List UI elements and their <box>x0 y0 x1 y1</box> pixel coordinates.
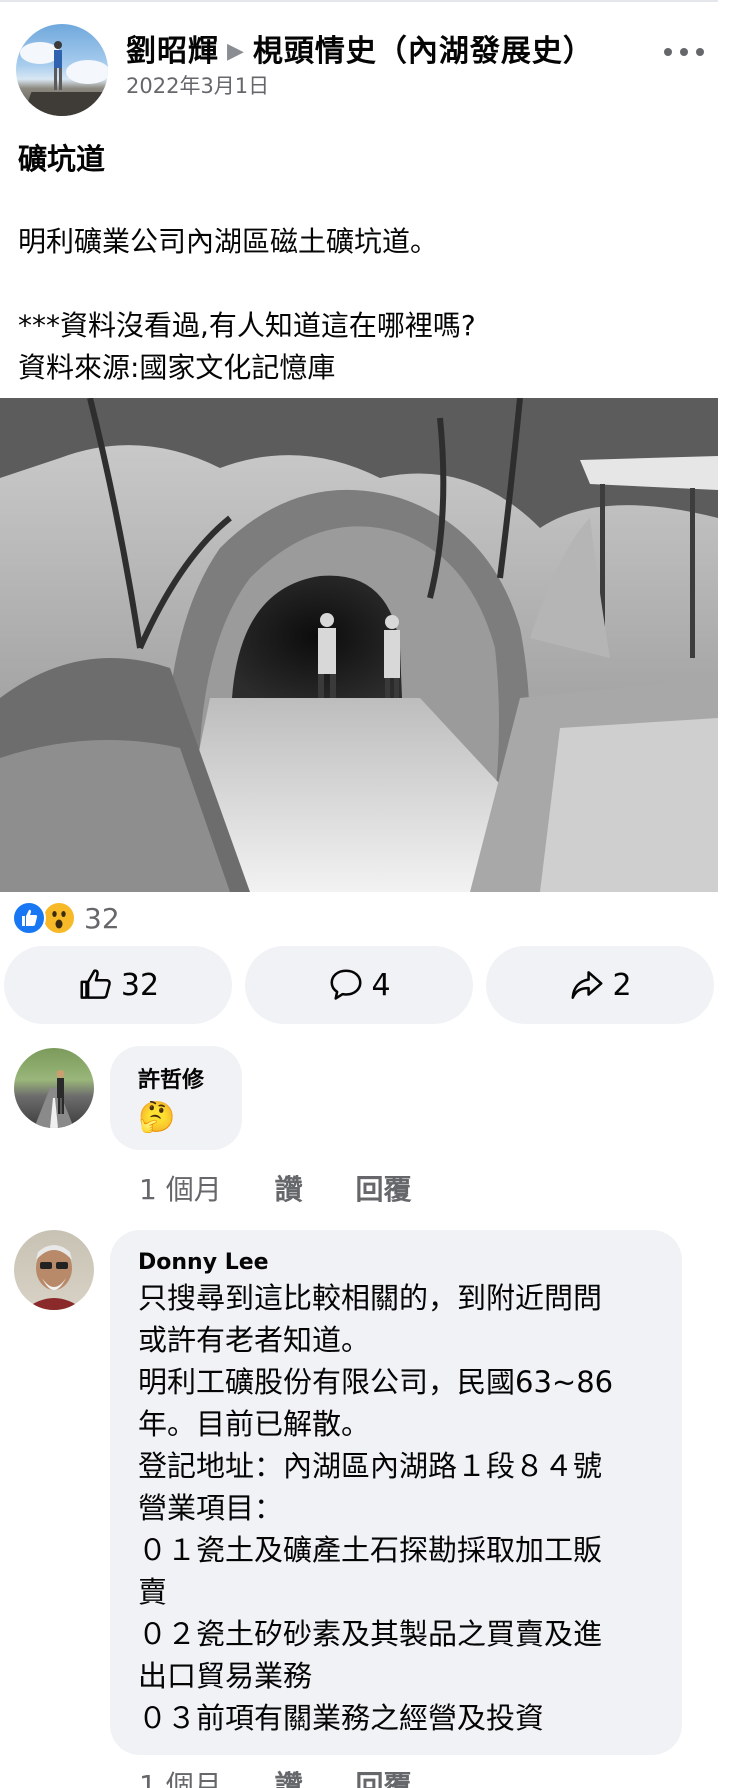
author-avatar[interactable] <box>16 24 108 116</box>
like-button[interactable]: 32 <box>4 946 232 1024</box>
comment-author[interactable]: Donny Lee <box>138 1250 682 1275</box>
comment-line: 只搜尋到這比較相關的，到附近問問 <box>138 1281 603 1315</box>
post-title: 劉昭輝 ▶ 梘頭情史（內湖發展史） <box>126 26 594 70</box>
reaction-count: 32 <box>84 901 120 935</box>
comment-line: ０３前項有關業務之經營及投資 <box>138 1701 545 1735</box>
post-line-1: 明利礦業公司內湖區磁土礦坑道。 <box>18 225 439 258</box>
share-count: 2 <box>612 967 632 1003</box>
share-button[interactable]: 2 <box>486 946 714 1024</box>
more-dots-icon[interactable] <box>664 38 704 66</box>
comment-meta: 1 個月 讚 回覆 <box>139 1764 456 1788</box>
comment-line: 賣 <box>138 1575 168 1609</box>
post-actions: 32 4 2 <box>4 946 714 1024</box>
like-count: 32 <box>120 967 160 1003</box>
post-photo[interactable] <box>0 398 718 892</box>
comment-like-button[interactable]: 讚 <box>275 1764 303 1788</box>
comment-line: 或許有老者知道。 <box>138 1323 371 1357</box>
mine-tunnel-image <box>0 398 718 892</box>
comment-text: 🤔 <box>138 1100 176 1135</box>
reactions-summary[interactable]: 32 <box>12 898 120 938</box>
comment-reply-button[interactable]: 回覆 <box>356 1168 412 1208</box>
arrow-right-icon: ▶ <box>227 39 245 64</box>
comment-text: 只搜尋到這比較相關的，到附近問問 或許有老者知道。 明利工礦股份有限公司，民國6… <box>138 1277 682 1739</box>
comment-reply-button[interactable]: 回覆 <box>356 1764 412 1788</box>
group-name[interactable]: 梘頭情史（內湖發展史） <box>253 34 594 69</box>
hiker-figure <box>54 41 62 90</box>
post-heading: 礦坑道 <box>18 142 106 176</box>
commenter-avatar[interactable] <box>14 1048 94 1128</box>
comment-line: 出口貿易業務 <box>138 1659 313 1693</box>
comment-bubble: Donny Lee 只搜尋到這比較相關的，到附近問問 或許有老者知道。 明利工礦… <box>110 1230 682 1755</box>
commenter-avatar[interactable] <box>14 1230 94 1310</box>
comment-line: ０１瓷土及礦產土石探勘採取加工販 <box>138 1533 603 1567</box>
post-header: 劉昭輝 ▶ 梘頭情史（內湖發展史） 2022年3月1日 <box>0 0 738 120</box>
comment-like-button[interactable]: 讚 <box>275 1168 303 1208</box>
thumbs-up-icon <box>80 969 111 999</box>
comment-line: ０２瓷土矽砂素及其製品之買賣及進 <box>138 1617 603 1651</box>
wow-reaction-icon <box>42 901 76 935</box>
comment-button[interactable]: 4 <box>245 946 473 1024</box>
like-reaction-icon <box>12 901 46 935</box>
comment-count: 4 <box>371 967 391 1003</box>
post-line-3: 資料來源:國家文化記憶庫 <box>18 351 336 384</box>
author-name[interactable]: 劉昭輝 <box>126 34 219 69</box>
comment-line: 營業項目： <box>138 1491 284 1525</box>
comment-author[interactable]: 許哲修 <box>138 1062 242 1094</box>
comment-line: 年。目前已解散。 <box>138 1407 371 1441</box>
comment-meta: 1 個月 讚 回覆 <box>139 1168 456 1208</box>
comment-line: 登記地址：內湖區內湖路１段８４號 <box>138 1449 603 1483</box>
share-arrow-icon <box>571 971 603 999</box>
comment-time: 1 個月 <box>139 1769 222 1788</box>
comment-time: 1 個月 <box>139 1173 222 1206</box>
comment-line: 明利工礦股份有限公司，民國63~86 <box>138 1365 614 1399</box>
speech-bubble-icon <box>330 969 362 1000</box>
post-date[interactable]: 2022年3月1日 <box>126 70 269 100</box>
post-line-2: ***資料沒看過,有人知道這在哪裡嗎? <box>18 309 476 342</box>
comment-bubble: 許哲修 🤔 <box>110 1046 242 1150</box>
